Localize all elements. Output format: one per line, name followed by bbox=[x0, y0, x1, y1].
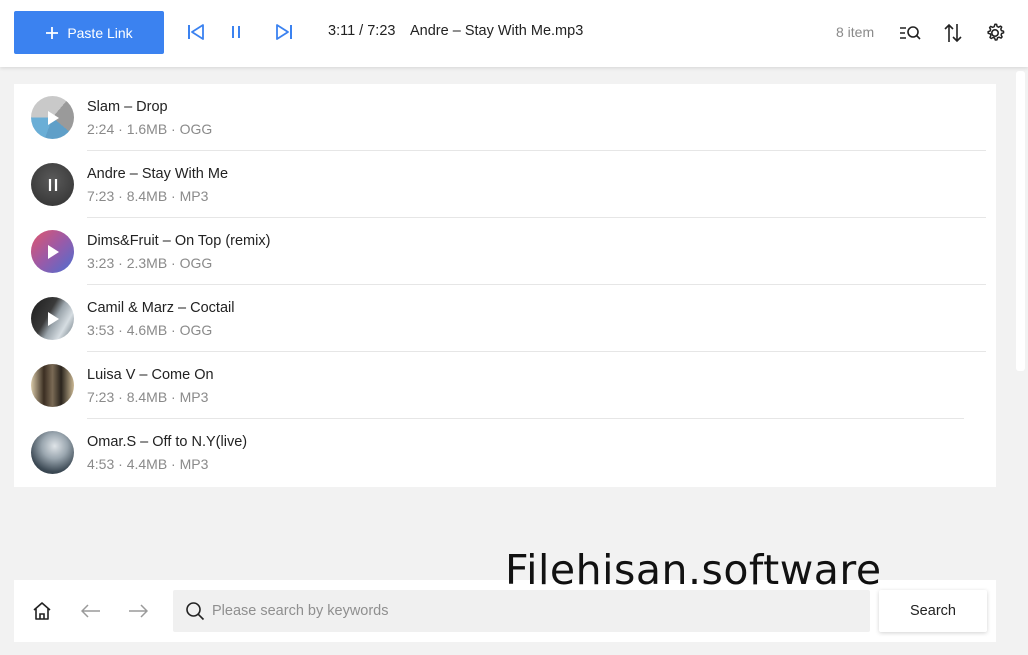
search-icon bbox=[186, 602, 205, 621]
arrow-right-icon[interactable] bbox=[126, 599, 150, 623]
search-box bbox=[173, 590, 870, 632]
list-item[interactable]: Omar.S – Off to N.Y(live) 4:53 · 4.4MB ·… bbox=[14, 419, 996, 486]
pause-icon[interactable] bbox=[31, 163, 74, 206]
album-art bbox=[31, 297, 74, 340]
top-toolbar: Paste Link 3:11 / 7:23 Andre – Stay With… bbox=[0, 0, 1028, 67]
track-meta: 3:23 · 2.3MB · OGG bbox=[87, 255, 213, 271]
now-playing-time: 3:11 / 7:23 bbox=[328, 23, 396, 39]
list-item[interactable]: Slam – Drop 2:24 · 1.6MB · OGG bbox=[14, 84, 996, 151]
list-item[interactable]: Dims&Fruit – On Top (remix) 3:23 · 2.3MB… bbox=[14, 218, 996, 285]
album-art bbox=[31, 364, 74, 407]
item-count: 8 item bbox=[836, 24, 875, 40]
list-item[interactable]: Andre – Stay With Me 7:23 · 8.4MB · MP3 bbox=[14, 151, 996, 218]
play-icon[interactable] bbox=[31, 96, 74, 139]
track-title: Slam – Drop bbox=[87, 99, 168, 115]
sort-icon[interactable] bbox=[940, 20, 966, 46]
search-input[interactable] bbox=[212, 590, 852, 632]
list-item[interactable]: Luisa V – Come On 7:23 · 8.4MB · MP3 bbox=[14, 352, 996, 419]
track-title: Andre – Stay With Me bbox=[87, 166, 229, 182]
now-playing-title: Andre – Stay With Me.mp3 bbox=[410, 23, 584, 39]
home-icon[interactable] bbox=[30, 599, 54, 623]
search-button[interactable]: Search bbox=[879, 590, 987, 632]
list-search-icon[interactable] bbox=[897, 20, 923, 46]
watermark: Filehisan.software bbox=[505, 546, 882, 594]
play-icon[interactable] bbox=[31, 297, 74, 340]
album-art bbox=[31, 163, 74, 206]
track-title: Omar.S – Off to N.Y(live) bbox=[87, 434, 248, 450]
track-meta: 7:23 · 8.4MB · MP3 bbox=[87, 188, 209, 204]
gear-icon[interactable] bbox=[982, 20, 1008, 46]
track-meta: 3:53 · 4.6MB · OGG bbox=[87, 322, 213, 338]
track-title: Camil & Marz – Coctail bbox=[87, 300, 235, 316]
skip-next-icon[interactable] bbox=[272, 20, 296, 44]
track-title: Luisa V – Come On bbox=[87, 367, 214, 383]
paste-link-label: Paste Link bbox=[67, 24, 133, 41]
list-item[interactable]: Camil & Marz – Coctail 3:53 · 4.6MB · OG… bbox=[14, 285, 996, 352]
album-art bbox=[31, 431, 74, 474]
pause-icon[interactable] bbox=[224, 20, 248, 44]
arrow-left-icon[interactable] bbox=[79, 599, 103, 623]
track-meta: 2:24 · 1.6MB · OGG bbox=[87, 121, 213, 137]
paste-link-button[interactable]: Paste Link bbox=[14, 11, 164, 54]
album-art bbox=[31, 96, 74, 139]
play-icon[interactable] bbox=[31, 230, 74, 273]
track-meta: 4:53 · 4.4MB · MP3 bbox=[87, 456, 209, 472]
skip-previous-icon[interactable] bbox=[184, 20, 208, 44]
track-title: Dims&Fruit – On Top (remix) bbox=[87, 233, 271, 249]
scrollbar-thumb[interactable] bbox=[1016, 71, 1025, 371]
track-list: Slam – Drop 2:24 · 1.6MB · OGG Andre – S… bbox=[14, 84, 996, 487]
plus-icon bbox=[46, 26, 59, 39]
track-meta: 7:23 · 8.4MB · MP3 bbox=[87, 389, 209, 405]
album-art bbox=[31, 230, 74, 273]
